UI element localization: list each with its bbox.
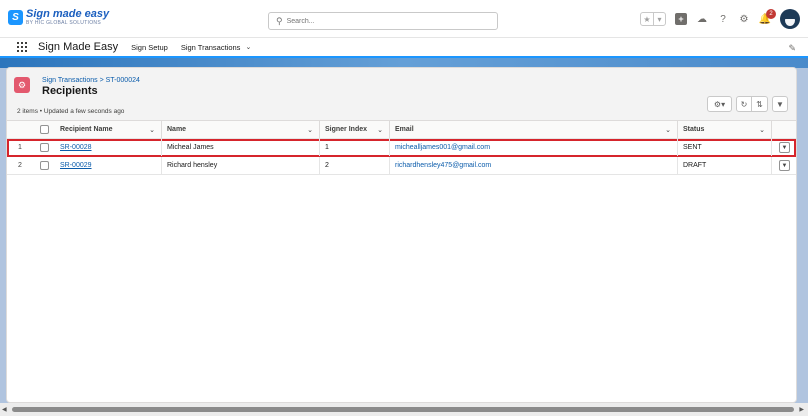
table-row: 1 SR-00028 Micheal James 1 michealljames…: [7, 139, 796, 157]
row-number: 1: [18, 144, 22, 151]
row-actions-menu[interactable]: ▼: [779, 142, 790, 153]
table-header-row: Recipient Name ⌄ Name ⌄ Signer Index ⌄ Emai…: [7, 121, 796, 139]
app-name: Sign Made Easy: [38, 41, 119, 53]
avatar[interactable]: [780, 9, 800, 29]
scrollbar-thumb[interactable]: [12, 407, 794, 412]
recipient-link[interactable]: SR-00029: [60, 162, 92, 169]
scroll-left-icon[interactable]: ◀: [2, 406, 7, 413]
edit-nav-icon[interactable]: ✎: [788, 43, 796, 54]
column-header-name[interactable]: Name ⌄: [161, 121, 319, 138]
row-actions-menu[interactable]: ▼: [779, 160, 790, 171]
column-header-signer-index[interactable]: Signer Index ⌄: [319, 121, 389, 138]
app-logo[interactable]: S Sign made easy BY HIC GLOBAL SOLUTIONS: [8, 9, 109, 26]
help-icon[interactable]: ?: [717, 13, 729, 25]
favorites-button-group[interactable]: ★ ▾: [640, 12, 666, 26]
recipient-name-cell: Micheal James: [161, 139, 319, 156]
chevron-down-icon[interactable]: ⌄: [665, 126, 671, 134]
filter-icon: ▼: [776, 99, 784, 109]
column-header-email[interactable]: Email ⌄: [389, 121, 677, 138]
breadcrumb[interactable]: Sign Transactions > ST-000024: [42, 77, 140, 84]
signer-index-cell: 1: [319, 139, 389, 156]
search-icon: ⚲: [276, 15, 283, 26]
signer-index-cell: 2: [319, 157, 389, 174]
recipient-name-cell: Richard hensley: [161, 157, 319, 174]
row-checkbox[interactable]: [39, 161, 49, 170]
logo-mark-icon: S: [8, 10, 23, 25]
refresh-button[interactable]: ↻: [736, 96, 752, 112]
scroll-right-icon[interactable]: ▶: [799, 406, 804, 413]
cloud-icon[interactable]: ☁: [696, 13, 708, 25]
chevron-down-icon: ▼: [781, 162, 788, 169]
email-link[interactable]: michealljames001@gmail.com: [395, 144, 490, 151]
plus-icon[interactable]: +: [675, 13, 687, 25]
global-header: S Sign made easy BY HIC GLOBAL SOLUTIONS…: [0, 0, 808, 38]
chevron-down-icon[interactable]: ⌄: [759, 126, 765, 134]
global-search[interactable]: ⚲: [268, 12, 498, 30]
notification-badge: 2: [766, 9, 776, 19]
star-icon[interactable]: ★: [641, 13, 653, 25]
list-actions: ⚙▾ ↻ ⇅ ▼: [707, 96, 788, 112]
bell-icon[interactable]: 🔔 2: [759, 9, 776, 25]
app-nav-bar: Sign Made Easy Sign Setup Sign Transacti…: [0, 38, 808, 58]
row-number: 2: [18, 162, 22, 169]
refresh-sort-group: ↻ ⇅: [736, 96, 768, 112]
list-meta: 2 items • Updated a few seconds ago: [17, 108, 125, 115]
chevron-down-icon[interactable]: ▾: [653, 13, 665, 25]
select-all-checkbox[interactable]: [39, 125, 49, 134]
filter-button[interactable]: ▼: [772, 96, 788, 112]
recipient-object-icon: ⚙: [14, 77, 30, 93]
sort-button[interactable]: ⇅: [752, 96, 768, 112]
search-input[interactable]: [286, 17, 477, 25]
logo-title: Sign made easy: [26, 8, 110, 20]
email-link[interactable]: richardhensley475@gmail.com: [395, 162, 491, 169]
page-title: Recipients: [42, 85, 98, 97]
recipient-link[interactable]: SR-00028: [60, 144, 92, 151]
sort-icon: ⇅: [756, 99, 763, 109]
chevron-down-icon: ▼: [781, 144, 788, 151]
table-row: 2 SR-00029 Richard hensley 2 richardhens…: [7, 157, 796, 175]
related-list-card: ⚙ Sign Transactions > ST-000024 Recipien…: [6, 67, 797, 403]
gear-icon[interactable]: ⚙: [738, 13, 750, 25]
nav-item-sign-setup[interactable]: Sign Setup: [131, 43, 168, 52]
status-cell: DRAFT: [677, 157, 771, 174]
recipients-table: Recipient Name ⌄ Name ⌄ Signer Index ⌄ Emai…: [7, 121, 796, 175]
chevron-down-icon[interactable]: ⌄: [307, 126, 313, 134]
app-launcher-icon[interactable]: [17, 42, 27, 52]
list-settings-button[interactable]: ⚙▾: [707, 96, 732, 112]
row-checkbox[interactable]: [39, 143, 49, 152]
nav-item-label: Sign Transactions: [180, 42, 241, 52]
nav-item-label: Sign Setup: [131, 42, 168, 52]
column-header-status[interactable]: Status ⌄: [677, 121, 771, 138]
chevron-down-icon[interactable]: ⌄: [149, 126, 155, 134]
list-header: ⚙ Sign Transactions > ST-000024 Recipien…: [7, 68, 796, 121]
status-cell: SENT: [677, 139, 771, 156]
column-header-recipient-name[interactable]: Recipient Name ⌄: [55, 121, 161, 138]
chevron-down-icon[interactable]: ⌄: [377, 126, 383, 134]
chevron-down-icon[interactable]: ⌄: [245, 43, 251, 51]
refresh-icon: ↻: [740, 99, 748, 109]
header-utility-bar: ★ ▾ + ☁ ? ⚙ 🔔 2: [640, 9, 800, 29]
gear-icon: ⚙▾: [713, 99, 726, 109]
horizontal-scrollbar[interactable]: ◀ ▶: [0, 403, 808, 416]
logo-subtitle: BY HIC GLOBAL SOLUTIONS: [26, 20, 101, 26]
nav-item-sign-transactions[interactable]: Sign Transactions ⌄: [181, 43, 252, 52]
